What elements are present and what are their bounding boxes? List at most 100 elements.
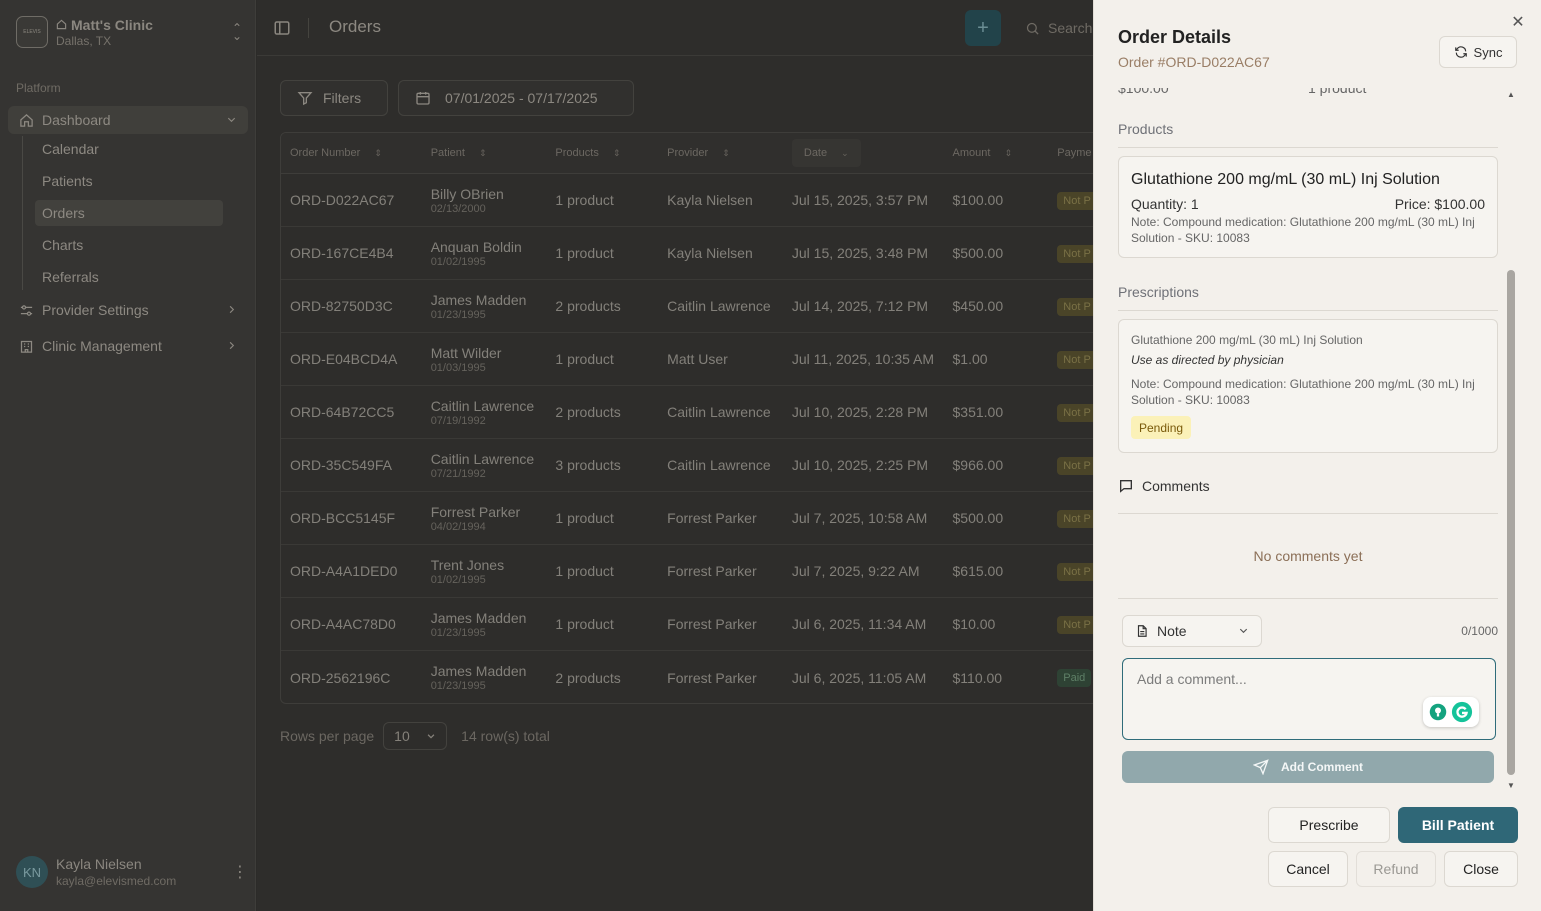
filters-button[interactable]: Filters (280, 80, 388, 116)
sidebar-item-label: Provider Settings (42, 302, 149, 318)
column-provider[interactable]: Provider ⇕ (658, 133, 783, 174)
table-row[interactable]: ORD-BCC5145F Forrest Parker 04/02/1994 1 pr… (281, 492, 1179, 545)
drawer-scrollbar[interactable]: ▲ ▼ (1506, 90, 1516, 790)
patient-name: Billy OBrien (430, 185, 504, 202)
table-row[interactable]: ORD-E04BCD4A Matt Wilder 01/03/1995 1 produ… (281, 333, 1179, 386)
payment-status-badge: Not P (1057, 350, 1097, 369)
scrollbar-thumb[interactable] (1507, 270, 1515, 775)
patient-dob: 01/23/1995 (430, 626, 486, 639)
platform-section-label: Platform (16, 81, 61, 95)
prescription-card: Glutathione 200 mg/mL (30 mL) Inj Soluti… (1118, 319, 1498, 453)
sidebar-item-label: Clinic Management (42, 338, 162, 354)
close-button[interactable]: Close (1444, 851, 1518, 887)
table-row[interactable]: ORD-167CE4B4 Anquan Boldin 01/02/1995 1 pro… (281, 227, 1179, 280)
order-number-cell: ORD-BCC5145F (290, 510, 396, 526)
sidebar-item-dashboard[interactable]: Dashboard (8, 106, 248, 134)
order-number-cell: ORD-E04BCD4A (290, 351, 398, 367)
date-cell: Jul 15, 2025, 3:48 PM (791, 245, 929, 261)
products-cell: 1 product (555, 616, 614, 632)
order-number-cell: ORD-A4AC78D0 (290, 616, 396, 632)
table-row[interactable]: ORD-64B72CC5 Caitlin Lawrence 07/19/1992 2 … (281, 386, 1179, 439)
more-vertical-icon[interactable]: ⋮ (232, 862, 248, 882)
column-order-number[interactable]: Order Number ⇕ (281, 133, 422, 174)
sidebar-item-provider-settings[interactable]: Provider Settings (8, 296, 248, 324)
refund-button[interactable]: Refund (1356, 851, 1436, 887)
prescribe-button[interactable]: Prescribe (1268, 807, 1390, 843)
filters-label: Filters (323, 90, 362, 106)
drawer-subtitle: Order #ORD-D022AC67 (1118, 54, 1270, 70)
table-row[interactable]: ORD-A4A1DED0 Trent Jones 01/02/1995 1 produ… (281, 545, 1179, 598)
column-date[interactable]: Date ⌄ (783, 133, 944, 174)
order-number-cell: ORD-D022AC67 (290, 192, 395, 208)
provider-cell: Caitlin Lawrence (667, 404, 771, 420)
rows-per-page-label: Rows per page (280, 728, 375, 744)
clinic-switcher[interactable]: ELEVIS Matt's Clinic Dallas, TX ⌃ ⌄ (16, 14, 244, 50)
close-icon[interactable]: ✕ (1511, 15, 1525, 31)
amount-cell: $966.00 (952, 457, 1004, 473)
column-products[interactable]: Products ⇕ (546, 133, 658, 174)
chevron-down-icon (1238, 623, 1249, 639)
amount-cell: $351.00 (952, 404, 1004, 420)
products-heading: Products (1118, 121, 1174, 137)
date-cell: Jul 11, 2025, 10:35 AM (791, 351, 935, 367)
order-number-cell: ORD-35C549FA (290, 457, 392, 473)
sidebar-item-patients[interactable]: Patients (35, 168, 223, 194)
products-cell: 2 products (555, 298, 621, 314)
sidebar-item-calendar[interactable]: Calendar (35, 136, 223, 162)
comment-type-select[interactable]: Note (1122, 615, 1262, 647)
sort-icon: ⇕ (1004, 147, 1012, 158)
provider-cell: Matt User (667, 351, 728, 367)
sidebar-item-orders[interactable]: Orders (35, 200, 223, 226)
table-row[interactable]: ORD-82750D3C James Madden 01/23/1995 2 prod… (281, 280, 1179, 333)
table-row[interactable]: ORD-D022AC67 Billy OBrien 02/13/2000 1 prod… (281, 174, 1179, 227)
rows-per-page-select[interactable]: 10 (383, 722, 448, 750)
sync-button[interactable]: Sync (1439, 36, 1517, 68)
products-cell: 3 products (555, 457, 621, 473)
cancel-button[interactable]: Cancel (1268, 851, 1348, 887)
column-amount[interactable]: Amount ⇕ (944, 133, 1049, 174)
payment-status-badge: Not P (1057, 244, 1097, 263)
sidebar-item-referrals[interactable]: Referrals (35, 264, 223, 290)
payment-status-badge: Not P (1057, 456, 1097, 475)
drawer-scroll-area[interactable]: $100.00 1 product Products Glutathione 2… (1094, 88, 1541, 790)
scroll-up-arrow[interactable]: ▲ (1507, 90, 1515, 99)
products-cell: 1 product (555, 510, 614, 526)
divider (1118, 598, 1498, 599)
date-range-picker[interactable]: 07/01/2025 - 07/17/2025 (398, 80, 634, 116)
comments-heading: Comments (1118, 478, 1210, 494)
patient-cell: Caitlin Lawrence 07/19/1992 (422, 398, 547, 427)
summary-products: 1 product (1308, 88, 1367, 96)
date-cell: Jul 14, 2025, 7:12 PM (791, 298, 929, 314)
search-icon (1026, 22, 1039, 35)
sidebar-item-charts[interactable]: Charts (35, 232, 223, 258)
amount-cell: $110.00 (952, 669, 1003, 686)
order-details-drawer: ✕ Order Details Order #ORD-D022AC67 Sync… (1093, 0, 1541, 911)
column-patient[interactable]: Patient ⇕ (422, 133, 547, 174)
prescription-note: Note: Compound medication: Glutathione 2… (1131, 377, 1475, 407)
order-number-cell: ORD-82750D3C (290, 298, 393, 314)
sidebar-item-clinic-management[interactable]: Clinic Management (8, 332, 248, 360)
clipped-summary-row: $100.00 1 product (1118, 88, 1498, 96)
table-row[interactable]: ORD-2562196C James Madden 01/23/1995 2 prod… (281, 651, 1179, 703)
drawer-title: Order Details (1118, 27, 1232, 47)
search-placeholder: Search (1048, 20, 1093, 36)
home-icon (18, 113, 34, 128)
sidebar-toggle-icon[interactable] (273, 19, 291, 37)
sidebar-item-label: Dashboard (42, 112, 111, 128)
divider (308, 18, 309, 38)
table-row[interactable]: ORD-A4AC78D0 James Madden 01/23/1995 1 prod… (281, 598, 1179, 651)
clinic-logo: ELEVIS (16, 16, 48, 48)
order-number-cell: ORD-167CE4B4 (290, 245, 394, 261)
product-name: Glutathione 200 mg/mL (30 mL) Inj Soluti… (1131, 171, 1440, 188)
user-menu[interactable]: KN Kayla Nielsen kayla@elevismed.com ⋮ (16, 855, 248, 889)
add-order-button[interactable]: + (965, 10, 1001, 46)
scroll-down-arrow[interactable]: ▼ (1507, 781, 1515, 790)
products-cell: 1 product (555, 563, 614, 579)
grammarly-icon (1451, 701, 1473, 723)
chevron-right-icon (226, 338, 238, 354)
date-cell: Jul 10, 2025, 2:28 PM (791, 404, 929, 420)
bill-patient-button[interactable]: Bill Patient (1398, 807, 1518, 843)
table-row[interactable]: ORD-35C549FA Caitlin Lawrence 07/21/1992 3 … (281, 439, 1179, 492)
add-comment-button[interactable]: Add Comment (1122, 751, 1494, 783)
grammarly-widget[interactable] (1423, 697, 1479, 727)
